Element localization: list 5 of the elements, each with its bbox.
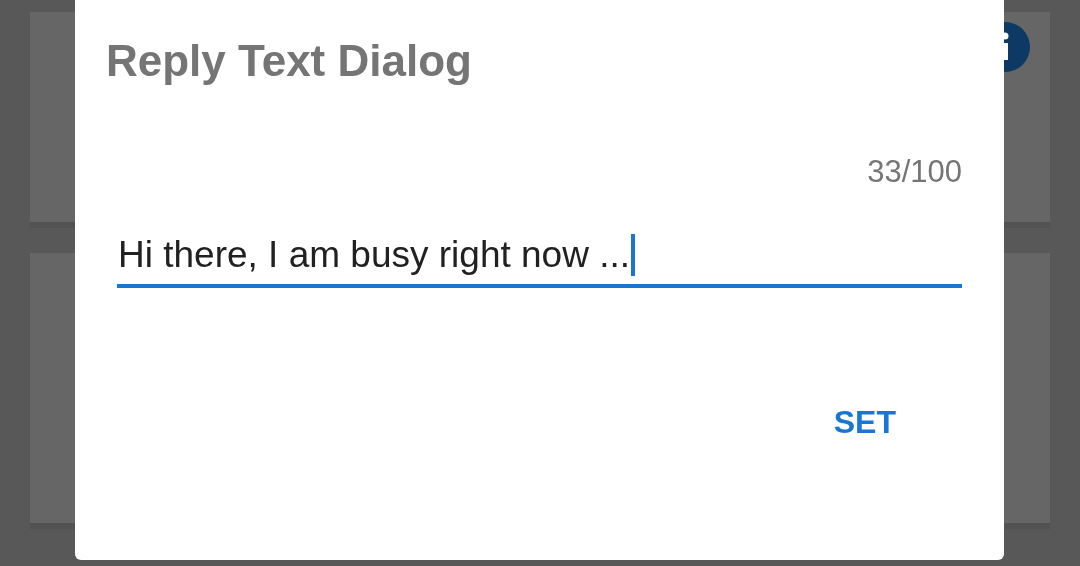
set-button[interactable]: SET xyxy=(823,400,906,445)
text-cursor xyxy=(631,234,636,276)
character-counter: 33/100 xyxy=(867,154,962,190)
dialog-title: Reply Text Dialog xyxy=(106,36,472,86)
reply-field[interactable]: Hi there, I am busy right now ... xyxy=(117,234,962,288)
